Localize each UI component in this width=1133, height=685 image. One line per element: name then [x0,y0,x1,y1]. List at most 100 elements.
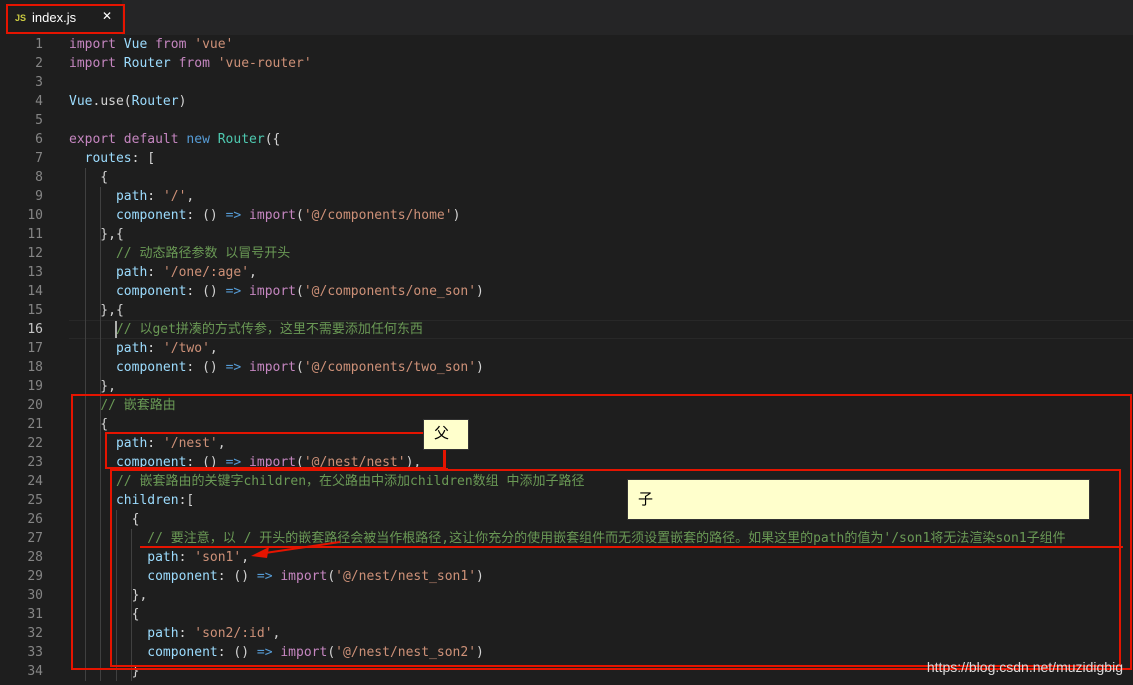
code-token: use [100,94,124,109]
code-token: from [178,56,210,71]
code-token: import [249,284,297,299]
code-token: : () [186,360,226,375]
line-number: 5 [35,113,43,128]
child-connector-line [446,468,448,470]
code-token: routes [84,151,132,166]
line-number-gutter: 1 2 3 4 5 6 7 8 9 10 11 12 13 14 15 16 17 18 19 20 21 22 23 24 2… [0,35,48,685]
line-number: 20 [27,398,43,413]
code-token: path [115,341,148,356]
code-token: import [69,37,116,52]
line-number: 8 [35,170,43,185]
line-number: 10 [27,208,43,223]
code-token: }, [69,379,116,394]
code-token: },{ [69,227,124,242]
code-token: component [115,208,187,223]
code-token: ( [296,360,304,375]
code-token: 'vue-router' [217,56,312,71]
line-number: 17 [27,341,43,356]
code-token: ({ [264,132,281,147]
code-token: path [115,265,148,280]
code-token: '/one/:age' [162,265,250,280]
code-token: ( [123,94,132,109]
line-number: 4 [35,94,43,109]
code-token: '@/components/one_son' [303,284,477,299]
code-line[interactable]: },{ [69,225,124,244]
code-line[interactable]: path: '/one/:age', [69,263,257,282]
code-comment: // 以get拼凑的方式传参，这里不需要添加任何东西 [115,322,423,337]
code-token: ( [296,284,304,299]
code-token: import [249,360,297,375]
line-number: 32 [27,626,43,641]
code-line[interactable]: export default new Router({ [69,130,280,149]
code-line[interactable]: path: '/two', [69,339,218,358]
code-token: Vue [123,37,148,52]
line-number: 19 [27,379,43,394]
code-token: { [69,170,109,185]
line-number: 13 [27,265,43,280]
code-line[interactable]: // 动态路径参数 以冒号开头 [69,244,290,263]
line-number: 27 [27,531,43,546]
code-token: '@/components/two_son' [303,360,477,375]
code-line[interactable]: routes: [ [69,149,155,168]
code-line[interactable]: component: () => import('@/components/ho… [69,206,460,225]
line-number: 2 [35,56,43,71]
code-line[interactable]: import Vue from 'vue' [69,35,233,54]
code-token: => [225,284,242,299]
code-token: : [ [131,151,156,166]
code-line[interactable]: component: () => import('@/components/tw… [69,358,484,377]
code-line[interactable]: },{ [69,301,124,320]
code-token: : [147,265,163,280]
line-number: 26 [27,512,43,527]
parent-connector-line [444,449,446,469]
code-line[interactable]: path: '/', [69,187,194,206]
line-number: 33 [27,645,43,660]
watermark: https://blog.csdn.net/muzidigbig [926,659,1123,675]
code-token: : () [186,208,226,223]
line-number: 11 [27,227,43,242]
code-line[interactable]: Vue.use(Router) [69,92,186,111]
code-token: default [123,132,179,147]
code-token: component [115,360,187,375]
code-token: ) [452,208,461,223]
line-number: 34 [27,664,43,679]
code-token: ( [296,208,304,223]
code-token: : [147,189,163,204]
code-line[interactable]: // 以get拼凑的方式传参，这里不需要添加任何东西 [69,320,423,339]
line-number: 28 [27,550,43,565]
line-number: 23 [27,455,43,470]
line-number: 16 [27,322,43,337]
code-token: 'vue' [194,37,234,52]
parent-route-box [105,432,445,469]
line-number: 12 [27,246,43,261]
line-number: 9 [35,189,43,204]
child-note-label: 子 [638,490,654,508]
line-number: 25 [27,493,43,508]
code-token: ) [476,284,484,299]
code-line[interactable]: { [69,168,108,187]
code-token: '/' [162,189,187,204]
code-token: : () [186,284,226,299]
code-token: , [209,341,218,356]
line-number: 29 [27,569,43,584]
parent-note: 父 [423,419,469,450]
code-line[interactable]: import Router from 'vue-router' [69,54,312,73]
code-line[interactable]: component: () => import('@/components/on… [69,282,484,301]
line-number: 30 [27,588,43,603]
code-token: export [69,132,116,147]
line-number: 7 [35,151,43,166]
